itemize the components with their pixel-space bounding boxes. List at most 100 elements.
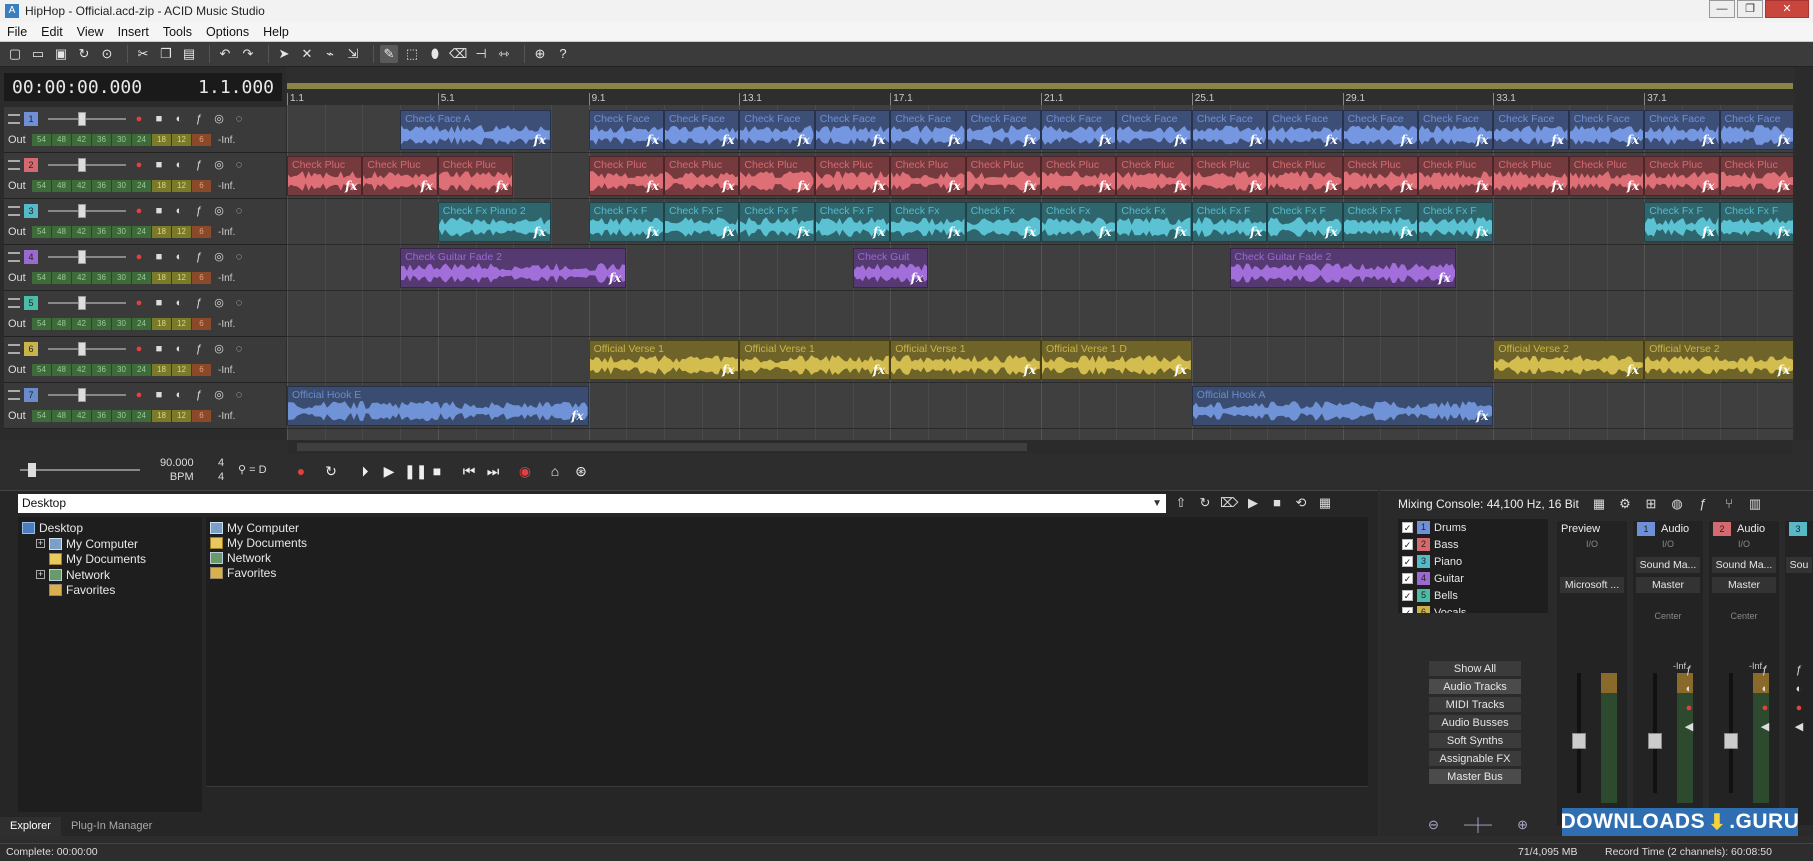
menu-options[interactable]: Options	[199, 25, 256, 39]
track-number[interactable]: 5	[24, 296, 38, 310]
automation-icon[interactable]: ◎	[212, 250, 226, 264]
strip-input-device[interactable]: Sou	[1786, 557, 1812, 573]
layout-icon[interactable]: ▦	[1590, 496, 1608, 512]
automation-icon[interactable]: ◎	[212, 296, 226, 310]
horizontal-scroll-thumb[interactable]	[297, 443, 1027, 451]
go-to-end-button[interactable]: ⏭	[484, 462, 502, 480]
speaker-icon[interactable]: ◀	[1758, 720, 1772, 734]
gear-icon[interactable]: ⚙	[1616, 496, 1634, 512]
event-fx-icon[interactable]: fx	[1476, 179, 1488, 193]
event-fx-icon[interactable]: fx	[948, 225, 960, 239]
track-fx-icon[interactable]: ƒ	[192, 112, 206, 126]
automation-icon[interactable]: ◎	[212, 204, 226, 218]
mixer-filter-button[interactable]: Master Bus	[1428, 768, 1522, 785]
refresh-icon[interactable]: ↻	[75, 45, 93, 63]
fader-cap[interactable]	[1724, 733, 1738, 749]
play-button[interactable]: ▶	[380, 462, 398, 480]
expand-icon[interactable]: +	[36, 570, 45, 579]
snap-icon[interactable]: ⊕	[531, 45, 549, 63]
event-fx-icon[interactable]: fx	[1099, 133, 1111, 147]
audio-event[interactable]: Official Verse 1 D fx	[1041, 340, 1192, 380]
event-fx-icon[interactable]: fx	[1551, 179, 1563, 193]
audio-event[interactable]: Check Face fx	[890, 110, 966, 150]
track-volume-knob[interactable]	[78, 250, 86, 264]
audio-event[interactable]: Check Face fx	[664, 110, 740, 150]
mixer-filter-button[interactable]: Soft Synths	[1428, 732, 1522, 749]
folder-tree[interactable]: Desktop + My Computer My Documents + Network F…	[18, 517, 202, 812]
pause-button[interactable]: ❚❚	[404, 462, 427, 480]
expand-icon[interactable]: +	[36, 539, 45, 548]
event-fx-icon[interactable]: fx	[647, 179, 659, 193]
track-drag-handle[interactable]	[8, 390, 20, 400]
go-to-start-button[interactable]: ⏮	[460, 462, 478, 480]
event-fx-icon[interactable]: fx	[1325, 225, 1337, 239]
event-fx-icon[interactable]: fx	[873, 363, 885, 377]
output-icon[interactable]: ◌	[232, 296, 246, 310]
event-fx-icon[interactable]: fx	[1024, 225, 1036, 239]
track-lane[interactable]: Official Hook E fx Official Hook A fx	[287, 383, 1793, 429]
event-fx-icon[interactable]: fx	[1174, 225, 1186, 239]
arm-record-icon[interactable]: ●	[132, 296, 146, 310]
event-fx-icon[interactable]: fx	[1325, 133, 1337, 147]
mixer-track-toggle[interactable]: ✓ 2 Bass	[1398, 536, 1548, 553]
record-arm-button[interactable]: ◉	[516, 462, 534, 480]
audio-event[interactable]: Check Fx F fx	[1644, 202, 1720, 242]
audio-event[interactable]: Check Pluc fx	[1191, 156, 1268, 196]
track-header[interactable]: 6 ● ■ ◐ ƒ ◎ ◌ Out 54 48 42 36 30 24 18 12 6 -Inf…	[4, 337, 286, 383]
event-fx-icon[interactable]: fx	[911, 271, 923, 285]
mixer-track-toggle[interactable]: ✓ 6 Vocals	[1398, 604, 1548, 613]
strip-output-device[interactable]: Microsoft ...	[1559, 577, 1625, 593]
channel-strip[interactable]: 1 Audio I/O Sound Ma... Master Center -I…	[1633, 521, 1703, 825]
key-display[interactable]: ⚲ = D	[238, 463, 267, 476]
loop-region-bar[interactable]	[287, 83, 1793, 89]
solo-icon[interactable]: ◐	[172, 250, 186, 264]
play-icon[interactable]: ▶	[1244, 494, 1262, 512]
solo-icon[interactable]: ◐	[172, 296, 186, 310]
event-fx-icon[interactable]: fx	[1627, 179, 1639, 193]
event-fx-icon[interactable]: fx	[1702, 179, 1714, 193]
audio-event[interactable]: Check Guitar Fade 2 fx	[1229, 248, 1456, 288]
file-list-item[interactable]: My Documents	[210, 536, 307, 550]
audio-event[interactable]: Official Verse 1 fx	[739, 340, 891, 380]
track-drag-handle[interactable]	[8, 114, 20, 124]
track-volume-slider[interactable]	[48, 342, 126, 356]
track-volume-knob[interactable]	[78, 158, 86, 172]
tab-explorer[interactable]: Explorer	[0, 817, 61, 837]
mute-icon[interactable]: ■	[152, 296, 166, 310]
track-number[interactable]: 3	[24, 204, 38, 218]
audio-event[interactable]: Check Face fx	[1493, 110, 1569, 150]
pan-knob-icon[interactable]: ◐	[1682, 682, 1696, 696]
mixer-filter-button[interactable]: Audio Tracks	[1428, 678, 1522, 695]
track-volume-knob[interactable]	[78, 296, 86, 310]
open-icon[interactable]: ▭	[29, 45, 47, 63]
automation-icon[interactable]: ◎	[212, 158, 226, 172]
audio-event[interactable]: Check Pluc fx	[1116, 156, 1192, 196]
audio-event[interactable]: Check Pluc fx	[965, 156, 1041, 196]
metronome-icon[interactable]: ⌂	[546, 462, 564, 480]
mute-icon[interactable]: ■	[152, 342, 166, 356]
horizontal-scrollbar[interactable]	[287, 440, 1793, 454]
time-signature[interactable]: 4 4	[218, 456, 224, 484]
tree-item[interactable]: + Network	[36, 568, 110, 582]
file-list-item[interactable]: My Computer	[210, 521, 299, 535]
speaker-icon[interactable]: ◀	[1682, 720, 1696, 734]
fader-cap[interactable]	[1572, 733, 1586, 749]
master-volume-knob[interactable]	[28, 463, 36, 477]
mute-icon[interactable]: ■	[152, 388, 166, 402]
minimize-button[interactable]: —	[1709, 0, 1735, 18]
visibility-checkbox[interactable]: ✓	[1402, 607, 1413, 613]
audio-event[interactable]: Check Face fx	[1267, 110, 1343, 150]
meter-icon[interactable]: ▥	[1746, 496, 1764, 512]
event-fx-icon[interactable]: fx	[647, 225, 659, 239]
track-volume-knob[interactable]	[78, 342, 86, 356]
refresh-icon[interactable]: ↻	[1196, 494, 1214, 512]
audio-event[interactable]: Check Fx fx	[890, 202, 966, 242]
channel-strip[interactable]: Preview I/O Microsoft ...	[1557, 521, 1627, 825]
output-icon[interactable]: ◌	[232, 342, 246, 356]
audio-event[interactable]: Check Face fx	[965, 110, 1041, 150]
audio-event[interactable]: Check Pluc fx	[362, 156, 438, 196]
record-icon[interactable]: ●	[1682, 701, 1696, 715]
audio-event[interactable]: Official Hook A fx	[1191, 386, 1494, 426]
audio-event[interactable]: Check Fx Piano 2 fx	[437, 202, 551, 242]
undo-icon[interactable]: ↶	[216, 45, 234, 63]
